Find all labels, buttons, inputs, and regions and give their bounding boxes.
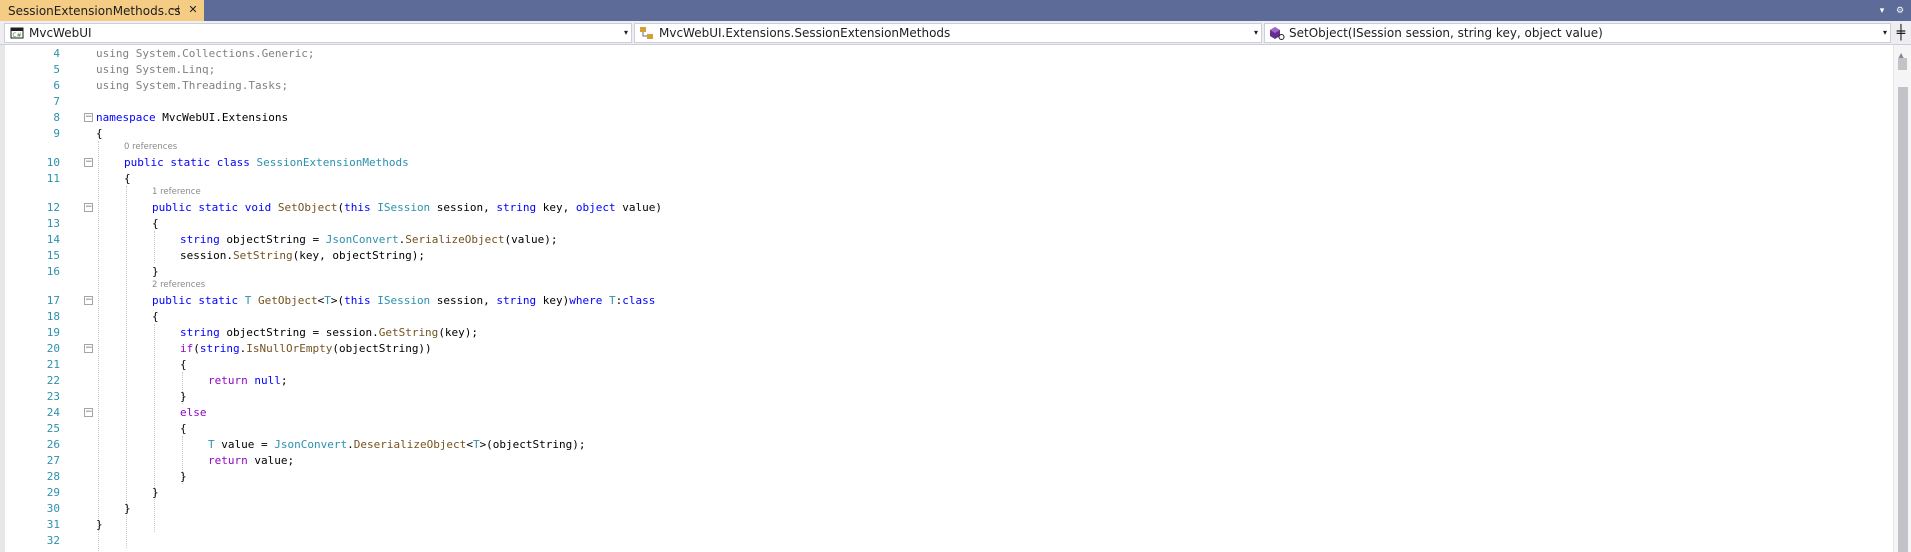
code-line: return null; — [208, 374, 288, 387]
code-line: using System.Linq; — [96, 63, 216, 76]
line-number: 27 — [46, 454, 60, 467]
tab-list-dropdown-icon[interactable]: ▾ — [1875, 6, 1889, 16]
indent-guide — [154, 231, 155, 263]
close-icon[interactable]: ✕ — [186, 3, 200, 17]
pin-icon[interactable]: ⊣ — [168, 3, 182, 17]
code-line: { — [124, 172, 131, 185]
vertical-scrollbar[interactable]: ▲ — [1893, 45, 1911, 552]
code-line: T value = JsonConvert.DeserializeObject<… — [208, 438, 586, 451]
line-number: 23 — [46, 390, 60, 403]
code-line: } — [152, 265, 159, 278]
codelens-references[interactable]: 2 references — [152, 280, 205, 290]
code-line: using System.Collections.Generic; — [96, 47, 315, 60]
extension-method-icon — [1269, 25, 1285, 41]
chevron-down-icon: ▾ — [623, 28, 628, 37]
collapse-icon[interactable]: − — [84, 203, 93, 212]
line-number: 17 — [46, 294, 60, 307]
class-icon — [639, 25, 655, 41]
code-line: string objectString = JsonConvert.Serial… — [180, 233, 558, 246]
line-number: 12 — [46, 201, 60, 214]
tab-session-extension-methods[interactable]: SessionExtensionMethods.cs ⊣ ✕ — [0, 0, 204, 21]
code-line: { — [152, 310, 159, 323]
code-line: { — [96, 127, 103, 140]
line-number: 21 — [46, 358, 60, 371]
line-number: 20 — [46, 342, 60, 355]
collapse-icon[interactable]: − — [84, 408, 93, 417]
indent-guide — [126, 186, 127, 548]
code-editor[interactable]: 4 5 6 7 8 9 10 11 12 13 14 15 16 17 18 1… — [0, 45, 1893, 552]
codelens-references[interactable]: 0 references — [124, 142, 177, 152]
code-line: namespace MvcWebUI.Extensions — [96, 111, 289, 124]
line-number: 25 — [46, 422, 60, 435]
line-number: 15 — [46, 249, 60, 262]
line-number: 6 — [53, 79, 60, 92]
document-tab-strip: SessionExtensionMethods.cs ⊣ ✕ ▾ ⚙ — [0, 0, 1911, 21]
project-name: MvcWebUI — [29, 26, 92, 40]
chevron-down-icon: ▾ — [1882, 28, 1887, 37]
tab-strip-controls: ▾ ⚙ — [1875, 0, 1911, 21]
type-dropdown[interactable]: MvcWebUI.Extensions.SessionExtensionMeth… — [634, 23, 1262, 43]
line-number: 7 — [53, 95, 60, 108]
line-number: 11 — [46, 172, 60, 185]
code-line: { — [180, 358, 187, 371]
code-line: } — [96, 518, 103, 531]
code-line: } — [124, 502, 131, 515]
code-line: if(string.IsNullOrEmpty(objectString)) — [180, 342, 432, 355]
scrollbar-thumb[interactable] — [1898, 87, 1908, 552]
code-line: public static void SetObject(this ISessi… — [152, 201, 663, 214]
code-line: session.SetString(key, objectString); — [180, 249, 426, 262]
line-number: 29 — [46, 486, 60, 499]
line-number: 4 — [53, 47, 60, 60]
line-number: 18 — [46, 310, 60, 323]
codelens-references[interactable]: 1 reference — [152, 187, 201, 197]
collapse-icon[interactable]: − — [84, 113, 93, 122]
line-number: 5 — [53, 63, 60, 76]
code-line: } — [152, 486, 159, 499]
collapse-icon[interactable]: − — [84, 158, 93, 167]
type-name: MvcWebUI.Extensions.SessionExtensionMeth… — [659, 26, 951, 40]
code-line: { — [180, 422, 187, 435]
code-line: public static T GetObject<T>(this ISessi… — [152, 294, 656, 307]
csharp-project-icon: C# — [9, 25, 25, 41]
indent-guide — [154, 324, 155, 532]
line-number: 26 — [46, 438, 60, 451]
tab-label: SessionExtensionMethods.cs — [8, 3, 181, 18]
chevron-down-icon: ▾ — [1253, 28, 1258, 37]
line-number: 16 — [46, 265, 60, 278]
split-handle[interactable] — [1898, 58, 1907, 70]
code-line: } — [180, 390, 187, 403]
member-dropdown[interactable]: SetObject(ISession session, string key, … — [1264, 23, 1891, 43]
line-number: 22 — [46, 374, 60, 387]
code-line: public static class SessionExtensionMeth… — [124, 156, 409, 169]
line-number: 32 — [46, 534, 60, 547]
code-line: using System.Threading.Tasks; — [96, 79, 289, 92]
collapse-icon[interactable]: − — [84, 344, 93, 353]
code-line: { — [152, 217, 159, 230]
settings-icon[interactable]: ⚙ — [1893, 6, 1907, 16]
line-number: 13 — [46, 217, 60, 230]
member-name: SetObject(ISession session, string key, … — [1289, 26, 1603, 40]
code-line: else — [180, 406, 207, 419]
indent-guide — [98, 141, 99, 552]
navigation-bar: C# MvcWebUI ▾ MvcWebUI.Extensions.Sessio… — [0, 21, 1911, 45]
code-line: return value; — [208, 454, 295, 467]
line-number: 8 — [53, 111, 60, 124]
line-number: 14 — [46, 233, 60, 246]
code-line: } — [180, 470, 187, 483]
split-window-icon[interactable]: ╪ — [1893, 24, 1909, 42]
line-number: 31 — [46, 518, 60, 531]
project-dropdown[interactable]: C# MvcWebUI ▾ — [4, 23, 632, 43]
collapse-icon[interactable]: − — [84, 296, 93, 305]
line-number: 28 — [46, 470, 60, 483]
line-number: 30 — [46, 502, 60, 515]
line-number: 10 — [46, 156, 60, 169]
line-number: 24 — [46, 406, 60, 419]
svg-text:C#: C# — [12, 32, 21, 39]
code-line: string objectString = session.GetString(… — [180, 326, 479, 339]
line-number: 19 — [46, 326, 60, 339]
line-number: 9 — [53, 127, 60, 140]
